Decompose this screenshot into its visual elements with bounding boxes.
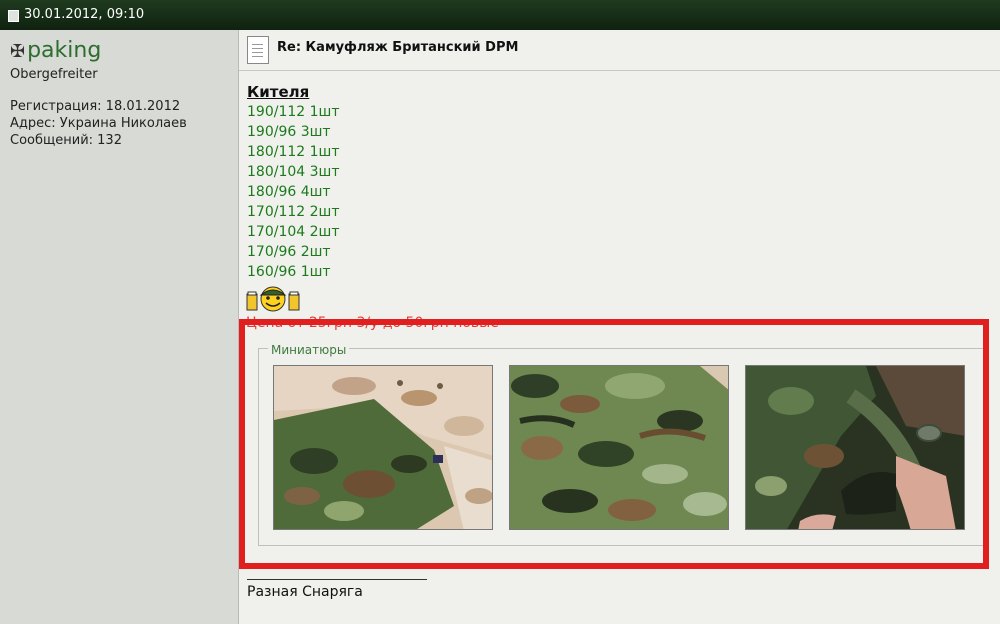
beer-smiley-icon (246, 286, 300, 312)
document-icon (247, 36, 269, 64)
post-title: Re: Камуфляж Британский DPM (277, 40, 519, 55)
author-address: Адрес: Украина Николаев (10, 116, 187, 131)
post-icon (8, 10, 19, 22)
size-line: 170/112 2шт (247, 204, 340, 220)
post-datetime: 30.01.2012, 09:10 (24, 7, 145, 22)
post-title-divider (239, 70, 1000, 71)
size-line: 170/104 2шт (247, 224, 340, 240)
size-line: 190/112 1шт (247, 104, 340, 120)
username-text[interactable]: paking (27, 38, 101, 63)
size-line: 160/96 1шт (247, 264, 331, 280)
thumbnails-highlight-box (239, 319, 989, 569)
size-line: 180/96 4шт (247, 184, 331, 200)
footer-text: Разная Снаряга (247, 584, 363, 600)
author-username-link[interactable]: ✠paking (10, 38, 101, 63)
size-line: 190/96 3шт (247, 124, 331, 140)
section-heading: Кителя (247, 83, 310, 101)
author-message-count: Сообщений: 132 (10, 133, 122, 148)
size-line: 180/112 1шт (247, 144, 340, 160)
size-line: 180/104 3шт (247, 164, 340, 180)
iron-cross-icon: ✠ (10, 41, 26, 62)
post-header-bar: 30.01.2012, 09:10 (0, 0, 1000, 30)
author-rank: Obergefreiter (10, 67, 98, 82)
size-line: 170/96 2шт (247, 244, 331, 260)
footer-divider (247, 579, 427, 580)
author-registration: Регистрация: 18.01.2012 (10, 99, 181, 114)
